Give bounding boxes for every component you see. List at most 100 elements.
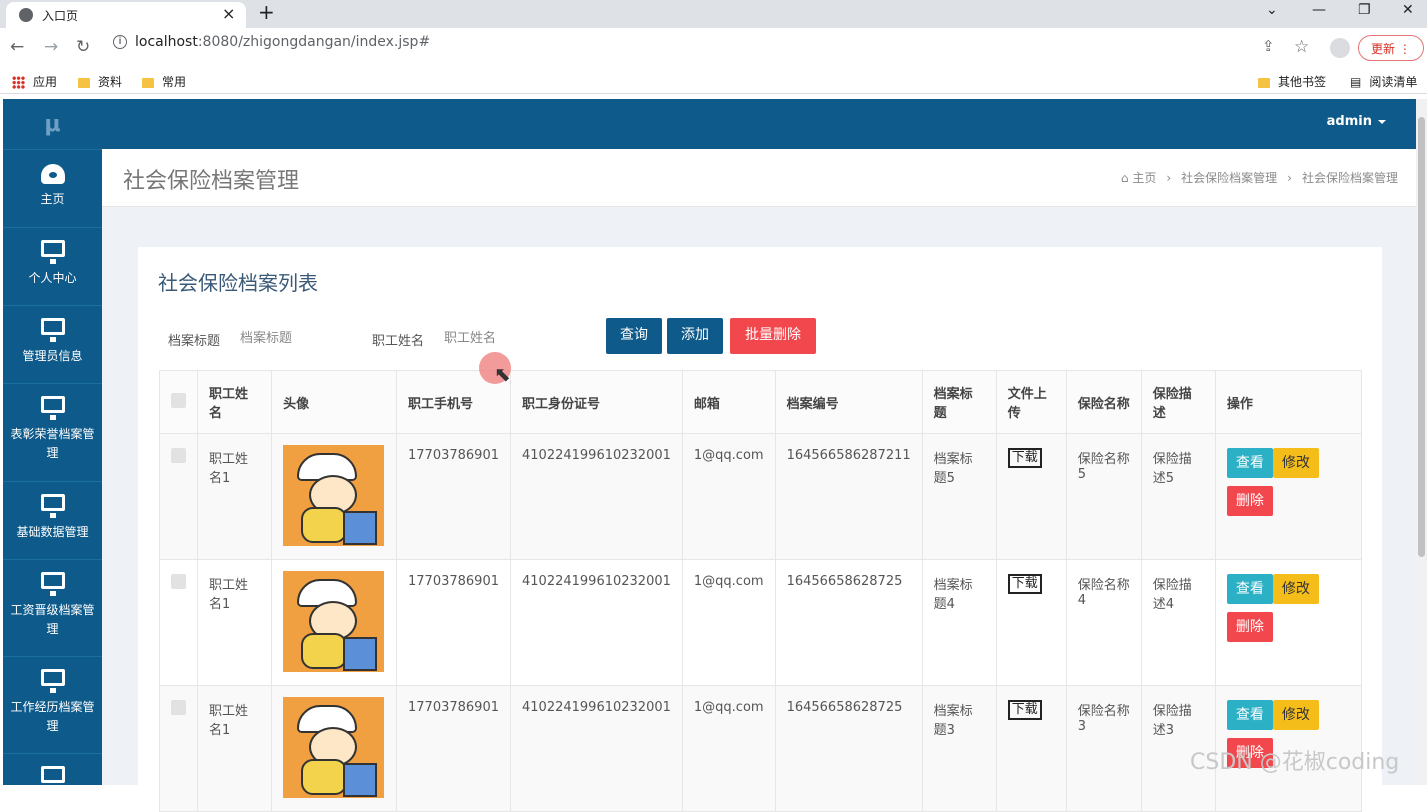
reading-list[interactable]: ▤ 阅读清单 xyxy=(1350,73,1417,90)
column-header: 操作 xyxy=(1214,370,1363,434)
table-header-row: 职工姓名 头像 职工手机号 职工身份证号 邮箱 档案编号 档案标题 文件上传 保… xyxy=(159,370,1363,434)
table-row: 职工姓名1 17703786901 410224199610232001 1@q… xyxy=(159,685,1363,812)
share-icon[interactable]: ⇪ xyxy=(1262,37,1275,55)
avatar-image xyxy=(283,445,385,546)
chevron-right-icon: › xyxy=(1166,171,1172,185)
edit-button[interactable]: 修改 xyxy=(1272,574,1319,604)
cell-insurance-desc: 保险描述5 xyxy=(1140,433,1216,560)
download-button[interactable]: 下载 xyxy=(1007,448,1042,468)
column-header[interactable]: 保险描述 xyxy=(1140,370,1216,434)
cell-id-card: 410224199610232001 xyxy=(510,559,683,686)
download-button[interactable]: 下载 xyxy=(1007,574,1042,594)
column-header[interactable]: 职工身份证号 xyxy=(510,370,683,434)
column-header[interactable]: 邮箱 xyxy=(681,370,776,434)
tab-close-button[interactable]: × xyxy=(222,4,235,23)
cell-email: 1@qq.com xyxy=(681,559,776,686)
url-path: :8080/zhigongdangan/index.jsp# xyxy=(197,34,431,50)
sidebar-item-salary[interactable]: 工资晋级档案管理 xyxy=(3,559,102,656)
user-menu[interactable]: admin xyxy=(1327,114,1386,129)
bookmark-label: 常用 xyxy=(162,75,187,89)
employee-name-input[interactable] xyxy=(444,326,554,350)
cell-email: 1@qq.com xyxy=(681,433,776,560)
panel-title: 社会保险档案列表 xyxy=(158,271,318,295)
new-tab-button[interactable]: + xyxy=(258,0,275,24)
select-all-checkbox[interactable] xyxy=(171,392,186,408)
back-icon[interactable]: ← xyxy=(10,37,24,57)
row-checkbox[interactable] xyxy=(171,448,186,463)
forward-icon[interactable]: → xyxy=(44,37,58,57)
breadcrumb-module[interactable]: 社会保险档案管理 xyxy=(1181,171,1277,185)
browser-tab[interactable]: 入口页 × xyxy=(6,2,246,28)
table-row: 职工姓名1 17703786901 410224199610232001 1@q… xyxy=(159,433,1363,560)
batch-delete-button[interactable]: 批量删除 xyxy=(730,318,816,354)
sidebar-item-base-data[interactable]: 基础数据管理 xyxy=(3,481,102,559)
download-button[interactable]: 下载 xyxy=(1007,700,1042,720)
page-header: 社会保险档案管理 ⌂ 主页 › 社会保险档案管理 › 社会保险档案管理 xyxy=(102,149,1416,207)
query-button[interactable]: 查询 xyxy=(606,318,662,354)
table-row: 职工姓名1 17703786901 410224199610232001 1@q… xyxy=(159,559,1363,686)
page-scrollbar[interactable] xyxy=(1416,99,1427,785)
info-icon[interactable]: i xyxy=(113,35,127,49)
update-button[interactable]: 更新 ⋮ xyxy=(1358,35,1424,61)
sidebar-item-more[interactable] xyxy=(3,753,102,790)
archive-title-input[interactable] xyxy=(240,326,350,350)
bookmark-label: 资料 xyxy=(98,75,123,89)
bookmark-apps[interactable]: 应用 xyxy=(12,73,57,90)
chevron-right-icon: › xyxy=(1287,171,1292,185)
tab-search-chevron-icon[interactable]: ⌄ xyxy=(1266,2,1278,18)
home-icon: ⌂ xyxy=(1120,171,1129,185)
column-header[interactable]: 档案标题 xyxy=(921,370,997,434)
row-checkbox[interactable] xyxy=(171,700,186,715)
bookmark-folder-materials[interactable]: 资料 xyxy=(78,73,122,90)
sidebar-item-honors[interactable]: 表彰荣誉档案管理 xyxy=(3,383,102,481)
add-button[interactable]: 添加 xyxy=(667,318,723,354)
monitor-icon xyxy=(40,572,65,596)
profile-icon[interactable] xyxy=(1330,38,1350,58)
delete-button[interactable]: 删除 xyxy=(1226,486,1273,516)
breadcrumb-current: 社会保险档案管理 xyxy=(1301,171,1398,185)
dashboard-icon xyxy=(40,164,65,184)
cell-avatar xyxy=(271,433,398,560)
restore-icon[interactable]: ❐ xyxy=(1358,2,1371,18)
cell-archive-title: 档案标题3 xyxy=(921,685,997,812)
row-checkbox[interactable] xyxy=(171,574,186,589)
avatar-image xyxy=(283,697,385,798)
edit-button[interactable]: 修改 xyxy=(1272,448,1319,478)
sidebar-item-work-history[interactable]: 工作经历档案管理 xyxy=(3,656,102,753)
sidebar-item-admins[interactable]: 管理员信息 xyxy=(3,305,102,383)
bookmarks-bar: 应用 资料 常用 其他书签 ▤ 阅读清单 xyxy=(0,68,1427,94)
breadcrumb-home[interactable]: 主页 xyxy=(1132,171,1156,185)
other-bookmarks[interactable]: 其他书签 xyxy=(1258,73,1326,90)
archive-table: 职工姓名 头像 职工手机号 职工身份证号 邮箱 档案编号 档案标题 文件上传 保… xyxy=(159,370,1363,812)
column-header[interactable]: 职工姓名 xyxy=(196,370,273,434)
sidebar-item-profile[interactable]: 个人中心 xyxy=(3,227,102,305)
column-header[interactable]: 档案编号 xyxy=(774,370,923,434)
cell-file: 下载 xyxy=(995,433,1067,560)
top-nav-bar: admin xyxy=(102,99,1416,149)
bookmark-folder-common[interactable]: 常用 xyxy=(142,73,186,90)
reload-icon[interactable]: ↻ xyxy=(76,37,90,57)
apps-grid-icon xyxy=(12,76,25,89)
cell-file: 下载 xyxy=(995,559,1067,686)
column-header[interactable]: 头像 xyxy=(271,370,398,434)
cell-phone: 17703786901 xyxy=(396,685,511,812)
close-window-icon[interactable]: ✕ xyxy=(1402,2,1414,18)
sidebar-item-home[interactable]: 主页 xyxy=(3,149,102,227)
cell-archive-title: 档案标题4 xyxy=(921,559,997,686)
scrollbar-thumb[interactable] xyxy=(1418,117,1425,557)
view-button[interactable]: 查看 xyxy=(1226,448,1273,478)
folder-icon xyxy=(1258,77,1270,88)
minimize-icon[interactable]: — xyxy=(1312,2,1326,18)
view-button[interactable]: 查看 xyxy=(1226,700,1273,730)
delete-button[interactable]: 删除 xyxy=(1226,612,1273,642)
edit-button[interactable]: 修改 xyxy=(1272,700,1319,730)
star-icon[interactable]: ☆ xyxy=(1294,37,1309,57)
watermark: CSDN @花椒coding xyxy=(1190,750,1400,775)
folder-icon xyxy=(142,77,154,88)
cell-actions: 查看 修改 删除 xyxy=(1214,559,1363,686)
monitor-icon xyxy=(40,494,65,518)
column-header[interactable]: 文件上传 xyxy=(995,370,1067,434)
view-button[interactable]: 查看 xyxy=(1226,574,1273,604)
column-header[interactable]: 保险名称 xyxy=(1065,370,1142,434)
address-bar[interactable]: i localhost:8080/zhigongdangan/index.jsp# xyxy=(113,34,430,50)
